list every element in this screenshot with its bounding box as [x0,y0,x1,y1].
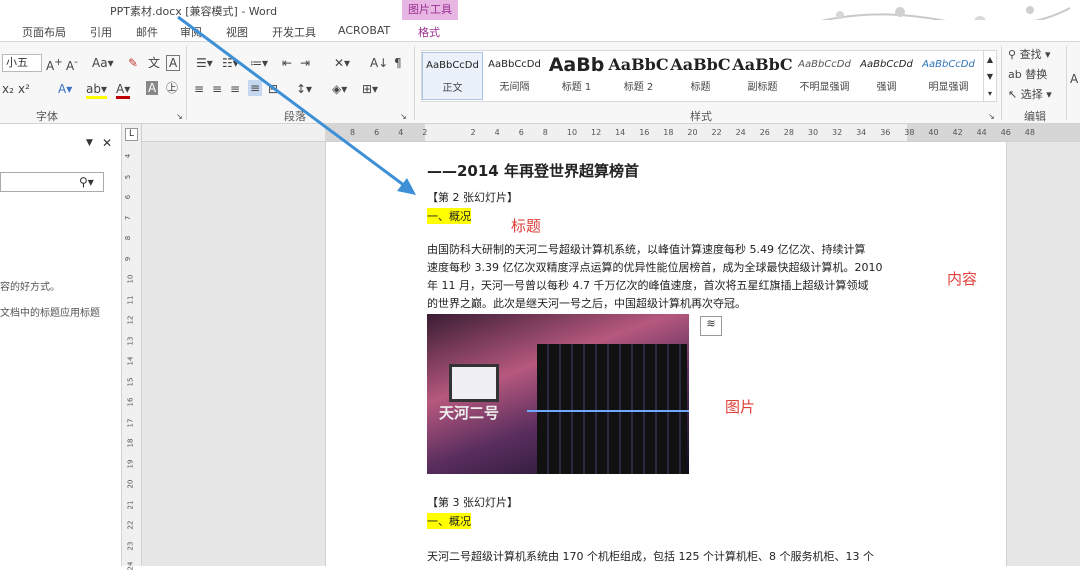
annotation-arrow-icon [177,15,416,195]
